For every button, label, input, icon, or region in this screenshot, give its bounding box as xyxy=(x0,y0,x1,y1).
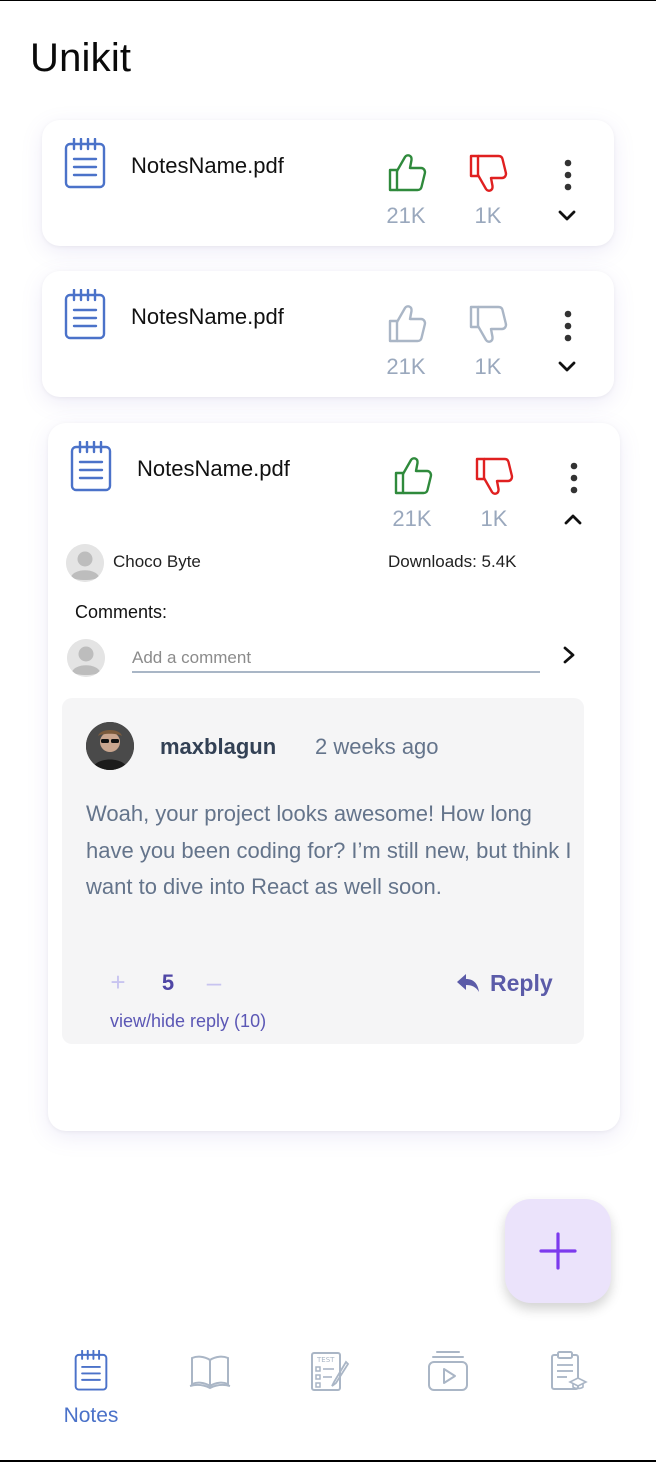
comment-input[interactable] xyxy=(132,645,540,673)
plus-icon xyxy=(539,1232,577,1270)
add-note-button[interactable] xyxy=(505,1199,611,1303)
comment-timestamp: 2 weeks ago xyxy=(315,734,439,759)
notepad-icon xyxy=(64,138,106,190)
score-value: 5 xyxy=(161,970,175,995)
upvote-button[interactable]: + xyxy=(100,960,136,1006)
thumbs-up-icon[interactable] xyxy=(392,455,434,497)
clipboard-icon xyxy=(551,1351,588,1390)
more-options-icon[interactable] xyxy=(556,309,580,343)
reply-arrow-icon xyxy=(457,974,479,992)
thumbs-down-icon[interactable] xyxy=(467,303,509,345)
nav-label-notes: Notes xyxy=(63,1404,119,1427)
author-name[interactable]: Choco Byte xyxy=(113,552,201,572)
commenter-avatar[interactable] xyxy=(86,722,134,770)
comments-heading: Comments: xyxy=(75,602,168,622)
thumbs-up-icon[interactable] xyxy=(386,152,428,194)
more-options-icon[interactable] xyxy=(562,461,586,495)
note-name[interactable]: NotesName.pdf xyxy=(131,153,284,179)
comment-username[interactable]: maxblagun xyxy=(160,734,276,760)
send-arrow-icon[interactable] xyxy=(558,643,580,667)
note-card[interactable]: NotesName.pdf 21K 1K xyxy=(42,271,614,397)
nav-item-tests[interactable]: TEST xyxy=(284,1338,374,1438)
downloads-count: Downloads: 5.4K xyxy=(388,552,517,571)
like-count: 21K xyxy=(386,354,426,379)
bottom-navigation: Notes TEST xyxy=(0,1338,656,1448)
dislike-count: 1K xyxy=(474,203,502,228)
note-card[interactable]: NotesName.pdf 21K 1K xyxy=(42,120,614,246)
like-count: 21K xyxy=(392,506,432,531)
dislike-count: 1K xyxy=(480,506,508,531)
downvote-button[interactable]: – xyxy=(196,960,232,1006)
nav-item-videos[interactable] xyxy=(403,1338,493,1438)
app-title: Unikit xyxy=(30,36,132,80)
svg-text:TEST: TEST xyxy=(316,1356,335,1364)
chevron-up-icon[interactable] xyxy=(562,509,584,529)
chevron-down-icon[interactable] xyxy=(556,206,578,226)
notepad-icon xyxy=(64,289,106,341)
comment-text: Woah, your project looks awesome! How lo… xyxy=(86,801,572,899)
nav-item-books[interactable] xyxy=(165,1338,255,1438)
thumbs-down-icon[interactable] xyxy=(473,455,515,497)
current-user-avatar xyxy=(67,639,105,677)
author-avatar xyxy=(66,544,104,582)
view-hide-replies-link[interactable]: view/hide reply (10) xyxy=(110,1011,266,1032)
comment: maxblagun 2 weeks ago Woah, your project… xyxy=(62,698,584,1044)
top-border xyxy=(0,0,656,1)
reply-label: Reply xyxy=(490,969,553,996)
notepad-icon xyxy=(70,441,112,493)
thumbs-up-icon[interactable] xyxy=(386,303,428,345)
test-icon: TEST xyxy=(311,1352,350,1391)
book-icon xyxy=(189,1355,231,1390)
note-name[interactable]: NotesName.pdf xyxy=(131,304,284,330)
note-card-expanded[interactable]: NotesName.pdf 21K 1K Choco Byte Download… xyxy=(48,423,620,1131)
dislike-count: 1K xyxy=(474,354,502,379)
video-icon xyxy=(428,1351,468,1391)
score-stepper: + 5 – xyxy=(88,960,248,1006)
notes-icon xyxy=(70,1350,112,1392)
reply-button[interactable]: Reply xyxy=(456,966,553,1000)
thumbs-down-icon[interactable] xyxy=(467,152,509,194)
like-count: 21K xyxy=(386,203,426,228)
more-options-icon[interactable] xyxy=(556,158,580,192)
note-name[interactable]: NotesName.pdf xyxy=(137,456,290,482)
nav-item-notes[interactable]: Notes xyxy=(46,1338,136,1438)
chevron-down-icon[interactable] xyxy=(556,357,578,377)
nav-item-assignments[interactable] xyxy=(522,1338,612,1438)
